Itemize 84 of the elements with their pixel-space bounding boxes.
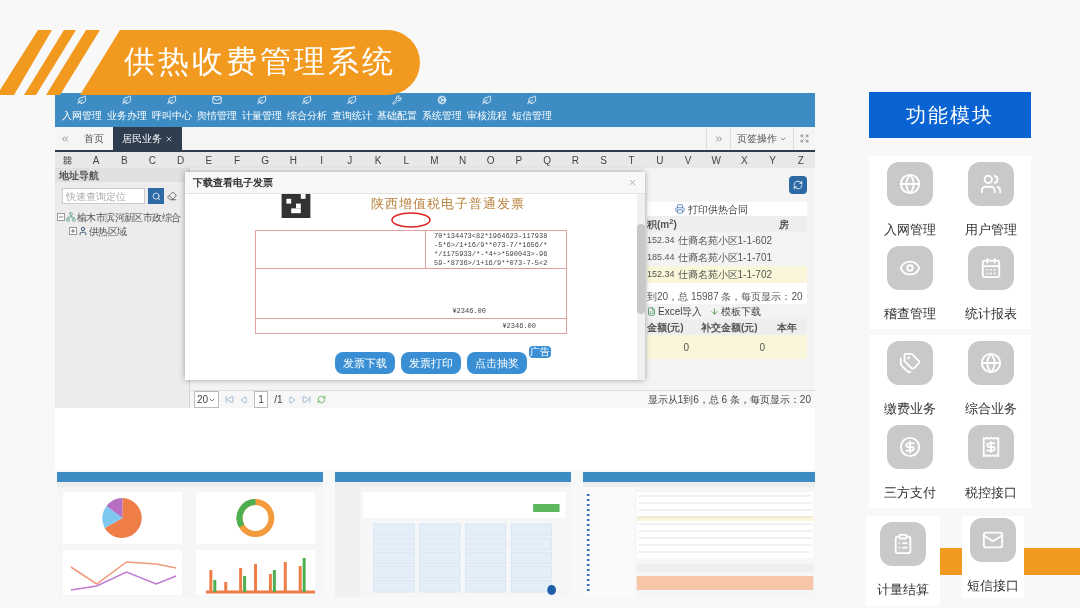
module-label: 入网管理 (883, 221, 936, 239)
letter-filter[interactable]: L (392, 152, 421, 168)
letter-filter[interactable]: N (448, 152, 477, 168)
table-cell-text: 152.34 (647, 267, 675, 281)
print-contract-button[interactable]: 打印供热合同 (647, 202, 807, 216)
letter-filter[interactable]: D (166, 152, 195, 168)
dialog-title: 下载查看电子发票 (193, 176, 273, 190)
letter-filter[interactable]: I (307, 152, 336, 168)
module-label: 综合业务 (964, 400, 1017, 418)
nav-item[interactable]: 查询统计 (329, 95, 374, 123)
module-label: 短信接口 (967, 577, 1019, 595)
letter-filter[interactable]: H (279, 152, 308, 168)
letter-filter[interactable]: U (645, 152, 674, 168)
module-label: 用户管理 (964, 221, 1017, 239)
letter-filter[interactable]: B (110, 152, 139, 168)
letter-filter[interactable]: Q (533, 152, 562, 168)
letter-filter[interactable]: G (251, 152, 280, 168)
pagination-status: 到20，总 15987 条，每页显示：20 (647, 290, 804, 304)
letter-filter[interactable]: C (138, 152, 167, 168)
letter-filter[interactable]: Y (758, 152, 787, 168)
nav-item[interactable]: 入网管理 (59, 95, 104, 123)
table-cell-text: 185.44 (647, 250, 675, 264)
invoice-title: 陕西增值税电子普通发票 (371, 195, 525, 213)
module-label: 税控接口 (964, 483, 1017, 502)
letter-filter[interactable]: P (504, 152, 533, 168)
module-label: 计量结算 (877, 581, 929, 599)
slide-title: 供热收费管理系统 (124, 43, 396, 82)
table-cell-text: 仕裔名苑小区1-1-701 (677, 251, 772, 265)
nav-item[interactable]: 舆情管理 (194, 95, 239, 123)
module-label: 三方支付 (883, 483, 936, 502)
nav-item[interactable]: 系统管理 (419, 95, 464, 123)
module-label: 缴费业务 (883, 400, 936, 418)
template-download-button[interactable]: 模板下载 (710, 304, 762, 319)
tree-item[interactable]: 榆木市滨河新区市政综合 (77, 209, 181, 225)
letter-filter[interactable]: A (82, 152, 111, 168)
letter-filter[interactable]: Z (786, 152, 815, 168)
tab[interactable]: 居民业务 (113, 127, 182, 150)
nav-item[interactable]: 短信管理 (509, 95, 554, 123)
ad-badge: 广告 (529, 346, 551, 358)
letter-filter[interactable]: F (222, 152, 252, 168)
letter-filter[interactable]: S (589, 152, 618, 168)
pagination-status: 显示从1到6，总 6 条，每页显示：20 (647, 393, 811, 407)
letter-filter[interactable]: W (702, 152, 731, 168)
table-cell-text: 0 (758, 340, 766, 355)
excel-import-button[interactable]: Excel导入 (647, 304, 703, 319)
nav-item[interactable]: 计量管理 (239, 95, 284, 123)
nav-item[interactable]: 呼叫中心 (149, 95, 194, 123)
panel-title: 功能模块 (906, 103, 994, 128)
search-field[interactable]: 快速查询定位 (62, 188, 145, 204)
nav-item[interactable]: 综合分析 (284, 95, 329, 123)
module-label: 稽查管理 (883, 304, 936, 323)
nav-item[interactable]: 审核流程 (464, 95, 509, 123)
letter-filter[interactable]: R (561, 152, 590, 168)
table-row[interactable]: 0 0 (647, 335, 807, 359)
tab[interactable]: 首页 (75, 127, 113, 150)
page-count: /1 (274, 393, 283, 407)
column-header: 补交金额(元) (700, 320, 759, 335)
table-cell-text: 0 (682, 340, 690, 355)
table-cell-text: 仕裔名苑小区1-1-702 (677, 268, 772, 282)
letter-filter[interactable]: X (730, 152, 759, 168)
letter-filter[interactable]: O (476, 152, 505, 168)
letter-filter[interactable]: E (194, 152, 223, 168)
letter-filter[interactable]: V (673, 152, 703, 168)
letter-filter[interactable]: J (335, 152, 364, 168)
letter-filter[interactable]: M (420, 152, 449, 168)
letter-filter[interactable]: T (617, 152, 646, 168)
table-cell-text: 仕裔名苑小区1-1-602 (677, 234, 772, 248)
column-header: 本年 (776, 320, 797, 335)
letter-filter[interactable]: K (363, 152, 393, 168)
table-row[interactable]: 152.34 仕裔名苑小区1-1-702 (647, 266, 807, 283)
page-size-select[interactable]: 20 (194, 391, 220, 408)
nav-item[interactable]: 基础配置 (374, 95, 419, 123)
nav-item[interactable]: 业务办理 (104, 95, 149, 123)
column-header: 积(m$^{2}$) (647, 216, 678, 232)
column-header: 金额(元) (647, 320, 685, 335)
table-cell-text: 152.34 (647, 233, 675, 247)
module-label: 统计报表 (964, 304, 1017, 323)
column-header: 房 (779, 217, 789, 232)
tree-item[interactable]: 供热区域 (89, 223, 127, 239)
table-row[interactable]: 185.44 仕裔名苑小区1-1-701 (647, 249, 807, 266)
panel-header: 地址导航 (55, 168, 189, 182)
tab-menu-button[interactable]: 页签操作 (730, 127, 793, 150)
table-row[interactable]: 152.34 仕裔名苑小区1-1-602 (647, 232, 807, 249)
page-input[interactable]: 1 (254, 391, 269, 408)
